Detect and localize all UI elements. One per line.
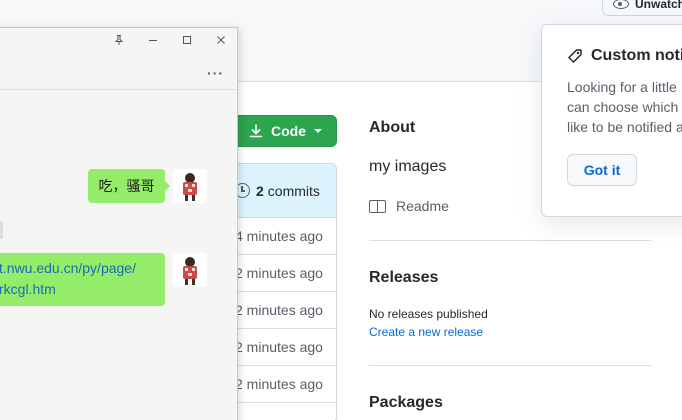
about-description: my images	[369, 158, 447, 175]
popup-line: can choose which t	[567, 99, 682, 115]
file-time: 2 minutes ago	[235, 376, 323, 392]
scroll-handle[interactable]	[0, 221, 3, 239]
chevron-down-icon	[314, 129, 322, 133]
no-releases-text: No releases published	[369, 307, 488, 321]
file-row[interactable]: 2 minutes ago	[223, 255, 336, 292]
code-button-label: Code	[271, 123, 306, 139]
download-icon	[249, 124, 263, 138]
got-it-button[interactable]: Got it	[567, 154, 637, 186]
file-row[interactable]: 2 minutes ago	[223, 366, 336, 403]
minimize-icon[interactable]	[146, 34, 160, 48]
avatar[interactable]	[173, 169, 207, 203]
file-row[interactable]: 4 minutes ago	[223, 218, 336, 255]
readme-label: Readme	[396, 198, 449, 214]
readme-link[interactable]: Readme	[369, 198, 449, 214]
chat-title-bar: ···	[0, 28, 237, 90]
custom-notifications-popup: Custom noti Looking for a little can cho…	[541, 24, 682, 217]
file-row[interactable]: 2 minutes ago	[223, 292, 336, 329]
chat-window: ··· 吃，骚哥 t.nwu.edu.cn/py/page/ rkcgl.htm	[0, 27, 238, 420]
message-link-line: rkcgl.htm	[0, 281, 56, 297]
pin-icon[interactable]	[112, 34, 126, 48]
avatar[interactable]	[173, 253, 207, 287]
eye-icon	[613, 0, 629, 9]
commits-label: commits	[267, 182, 320, 199]
file-time: 2 minutes ago	[235, 339, 323, 355]
file-time: 2 minutes ago	[235, 265, 323, 281]
file-time: 2 minutes ago	[235, 302, 323, 318]
message-text: 吃，骚哥	[98, 177, 155, 194]
message-link-line: t.nwu.edu.cn/py/page/	[0, 260, 136, 276]
unwatch-label: Unwatch	[635, 0, 682, 11]
divider	[369, 240, 651, 241]
commits-link[interactable]: 2 commits	[223, 164, 336, 218]
create-release-link[interactable]: Create a new release	[369, 325, 483, 339]
chat-message-link[interactable]: t.nwu.edu.cn/py/page/ rkcgl.htm	[0, 253, 165, 306]
chat-message[interactable]: 吃，骚哥	[88, 169, 170, 203]
file-time: 4 minutes ago	[235, 228, 323, 244]
packages-heading: Packages	[369, 394, 443, 411]
commit-count: 2	[256, 182, 264, 199]
popup-header: Custom noti	[567, 47, 682, 65]
close-icon[interactable]	[214, 34, 228, 48]
more-icon[interactable]: ···	[207, 65, 224, 81]
file-list: 2 commits 4 minutes ago 2 minutes ago 2 …	[222, 163, 337, 420]
maximize-icon[interactable]	[180, 34, 194, 48]
divider	[369, 365, 651, 366]
releases-heading: Releases	[369, 269, 439, 286]
popup-title: Custom noti	[591, 47, 682, 64]
popup-body: Looking for a little can choose which t …	[567, 77, 682, 137]
book-icon	[369, 199, 386, 213]
unwatch-button[interactable]: Unwatch	[602, 0, 682, 16]
tag-icon	[567, 48, 583, 64]
popup-line: like to be notified a	[567, 119, 682, 135]
code-button[interactable]: Code	[224, 115, 337, 147]
file-row[interactable]: 2 minutes ago	[223, 329, 336, 366]
popup-line: Looking for a little	[567, 79, 677, 95]
about-heading: About	[369, 119, 416, 136]
